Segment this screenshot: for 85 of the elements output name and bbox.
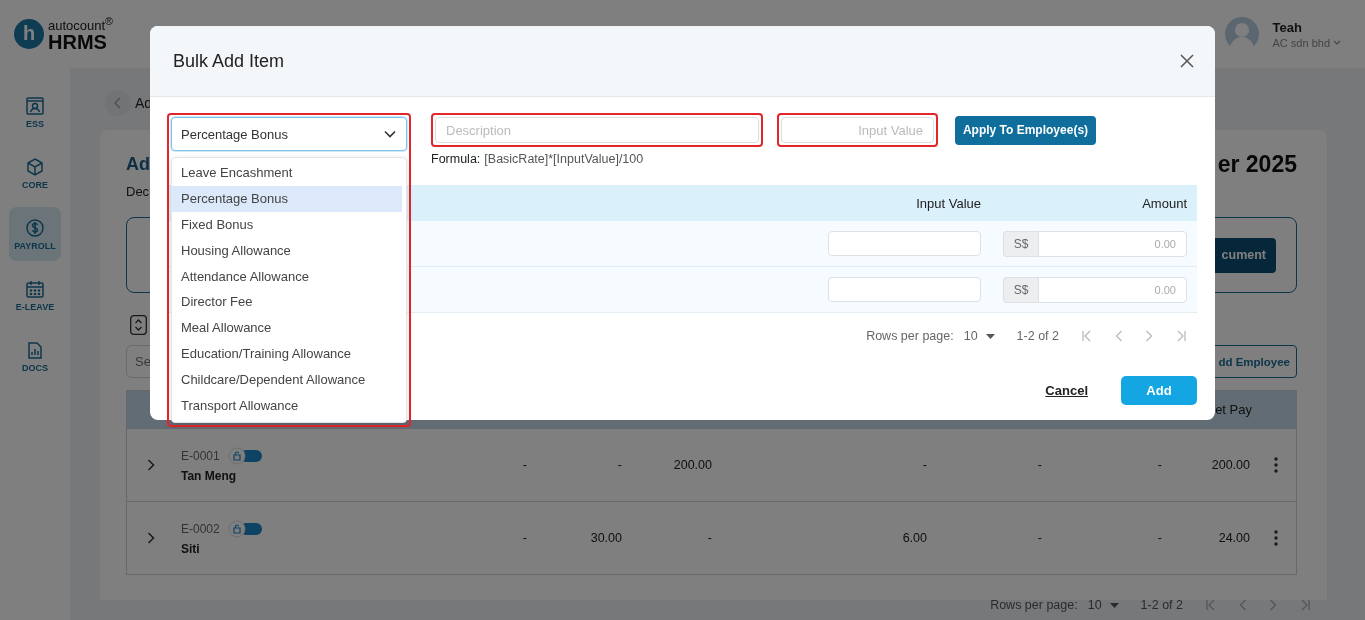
formula-label: Formula: xyxy=(431,152,481,166)
table-cell-text: 30.00 xyxy=(589,531,623,545)
first-page-icon[interactable] xyxy=(1205,599,1217,611)
table-cell-text: - xyxy=(1156,458,1163,472)
input-value-field[interactable] xyxy=(828,231,981,256)
expand-chevron-icon[interactable] xyxy=(147,459,155,471)
table-cell-text: - xyxy=(1156,531,1163,545)
amount-field[interactable]: 0.00 xyxy=(1038,230,1187,257)
table-cell-text: 200.00 xyxy=(672,458,713,472)
dropdown-option[interactable]: Leave Encashment xyxy=(172,160,402,186)
id-card-icon xyxy=(25,95,45,116)
description-field[interactable]: Description xyxy=(435,117,759,143)
expand-collapse-icon[interactable] xyxy=(130,315,147,335)
table-cell-text: 6.00 xyxy=(901,531,928,545)
amount-field[interactable]: 0.00 xyxy=(1038,276,1187,303)
currency-addon: S$ xyxy=(1003,230,1038,257)
lock-toggle[interactable] xyxy=(227,520,264,538)
dropdown-option[interactable]: Percentage Bonus xyxy=(172,185,402,212)
table-cell-text: - xyxy=(616,458,623,472)
close-icon[interactable] xyxy=(1180,54,1194,68)
chevron-down-icon xyxy=(384,130,396,138)
logo-brand: autocount$^{®}$ xyxy=(48,15,114,33)
cancel-link[interactable]: Cancel xyxy=(1045,383,1088,398)
input-value-field[interactable] xyxy=(828,277,981,302)
apply-to-employees-button[interactable]: Apply To Employee(s) xyxy=(955,115,1096,145)
first-page-icon[interactable] xyxy=(1081,330,1093,342)
employee-name: Tan Meng xyxy=(181,469,238,483)
caret-icon xyxy=(1109,602,1119,608)
dropdown-option[interactable]: Fixed Bonus xyxy=(172,211,402,238)
logo-product: HRMS xyxy=(48,32,108,53)
column-header: Input Value xyxy=(915,195,981,211)
table-cell-text: - xyxy=(921,458,928,472)
table-cell-text: - xyxy=(1036,458,1043,472)
next-page-icon[interactable] xyxy=(1145,330,1153,342)
employee-id: E-0001 xyxy=(181,449,220,463)
more-options-icon[interactable] xyxy=(1273,457,1278,473)
dropdown-option[interactable]: Housing Allowance xyxy=(172,237,402,264)
document-chart-icon xyxy=(25,339,45,360)
dollar-icon xyxy=(25,217,45,238)
cube-icon xyxy=(25,156,45,177)
table-cell-text: - xyxy=(1036,531,1043,545)
column-header: et Pay xyxy=(1214,402,1253,417)
calendar-icon xyxy=(25,278,45,299)
table-cell-text: - xyxy=(521,458,528,472)
previous-page-icon[interactable] xyxy=(1239,599,1247,611)
input-value-field[interactable]: Input Value xyxy=(781,117,934,143)
more-options-icon[interactable] xyxy=(1273,530,1278,546)
next-page-icon[interactable] xyxy=(1269,599,1277,611)
page-title: er 2025 xyxy=(1217,150,1297,178)
currency-addon: S$ xyxy=(1003,276,1038,303)
chevron-down-icon xyxy=(1333,39,1341,46)
table-cell-text: - xyxy=(521,531,528,545)
last-page-icon[interactable] xyxy=(1299,599,1311,611)
lock-toggle[interactable] xyxy=(227,447,264,465)
dropdown-option[interactable]: Education/Training Allowance xyxy=(172,341,402,368)
rows-per-page-select[interactable]: 10 xyxy=(963,329,995,343)
dialog-title: Bulk Add Item xyxy=(173,50,285,72)
back-button[interactable] xyxy=(105,90,131,116)
page-range: 1-2 of 2 xyxy=(1140,598,1183,612)
user-name: Teah xyxy=(1272,19,1303,35)
employee-name: Siti xyxy=(181,542,201,556)
dropdown-option[interactable]: Meal Allowance xyxy=(172,315,402,342)
chevron-left-icon xyxy=(113,97,123,109)
rows-per-page-label: Rows per page: xyxy=(866,329,954,343)
logo-mark: h xyxy=(14,19,44,49)
dropdown-option[interactable]: Transport Allowance xyxy=(172,393,402,419)
page-subtitle: Dec xyxy=(126,184,150,200)
table-cell-text: 200.00 xyxy=(1210,458,1251,472)
dropdown-option[interactable]: Director Fee xyxy=(172,289,402,316)
avatar-icon[interactable] xyxy=(1224,17,1259,51)
dropdown-option[interactable]: Childcare/Dependent Allowance xyxy=(172,367,402,393)
page-range: 1-2 of 2 xyxy=(1016,329,1059,343)
dropdown-option[interactable]: Attendance Allowance xyxy=(172,263,402,290)
formula-expression: [BasicRate]*[InputValue]/100 xyxy=(484,152,644,166)
table-cell-text: - xyxy=(706,531,713,545)
table-cell-text: 24.00 xyxy=(1217,531,1251,545)
page-title: Ad xyxy=(126,153,150,175)
expand-chevron-icon[interactable] xyxy=(147,532,155,544)
column-header: Amount xyxy=(1141,195,1188,211)
last-page-icon[interactable] xyxy=(1175,330,1187,342)
previous-page-icon[interactable] xyxy=(1115,330,1123,342)
rows-per-page-label: Rows per page: xyxy=(990,598,1078,612)
employee-id: E-0002 xyxy=(181,522,220,536)
item-select[interactable]: Percentage Bonus xyxy=(171,117,407,151)
caret-icon xyxy=(985,333,995,339)
